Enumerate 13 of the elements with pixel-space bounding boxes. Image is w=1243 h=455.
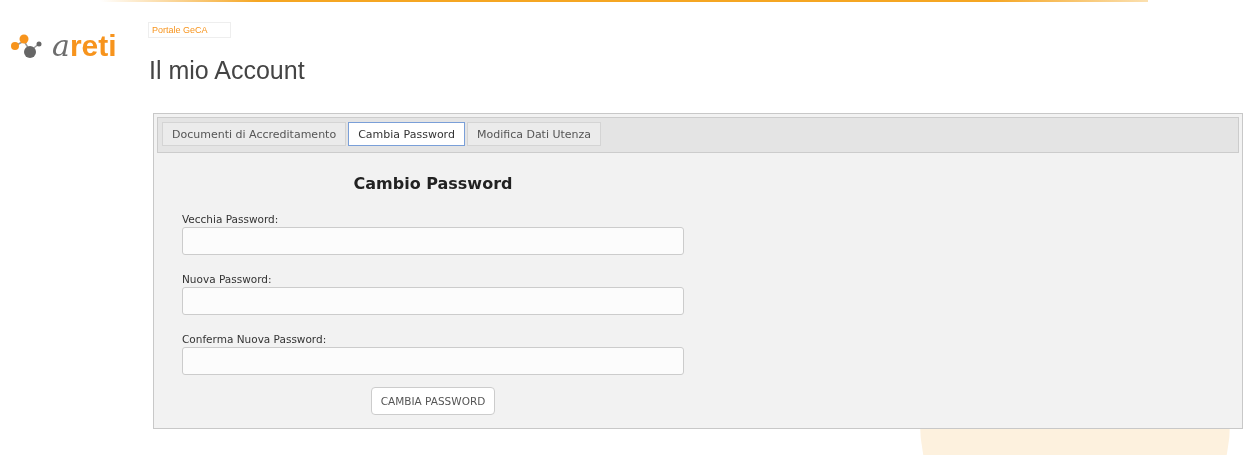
tab[interactable]: Modifica Dati Utenza (466, 122, 602, 146)
field-label: Vecchia Password: (182, 213, 280, 225)
field-label: Nuova Password: (182, 273, 273, 285)
password-field[interactable] (182, 287, 684, 315)
tab[interactable]: Cambia Password (348, 122, 465, 146)
page-title: Il mio Account (149, 56, 306, 85)
password-field[interactable] (182, 227, 684, 255)
submit-button[interactable]: CAMBIA PASSWORD (370, 387, 496, 415)
logo-text: areti (52, 29, 117, 63)
tab[interactable]: Documenti di Accreditamento (162, 122, 347, 146)
password-field[interactable] (182, 347, 684, 375)
form-title: Cambio Password (352, 174, 514, 193)
field-label: Conferma Nuova Password: (182, 333, 328, 345)
